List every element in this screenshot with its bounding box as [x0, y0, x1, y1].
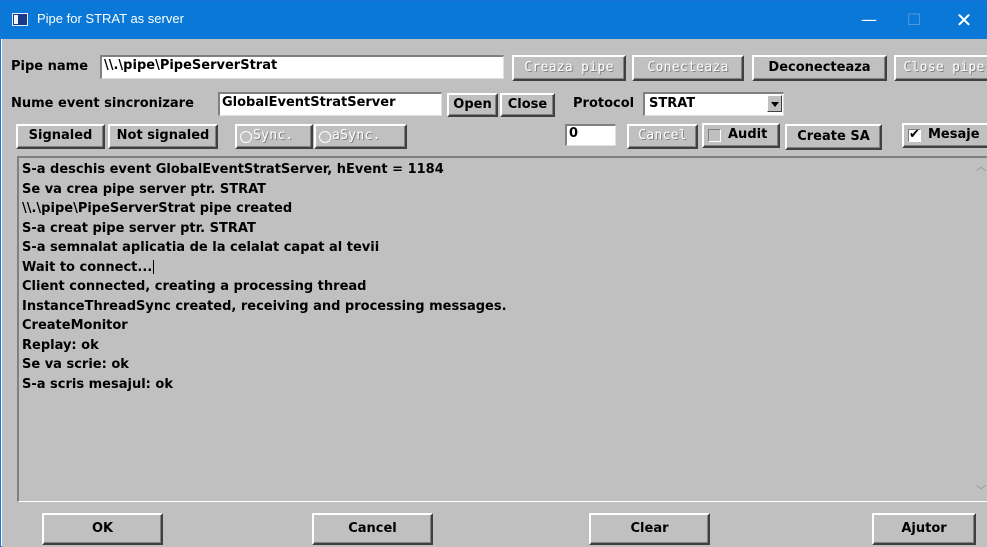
ok-button[interactable]: OK	[42, 513, 163, 545]
pipe-name-label: Pipe name	[11, 59, 89, 74]
create-sa-button[interactable]: Create SA	[785, 124, 882, 150]
mesaje-checkbox[interactable]: ✔ Mesaje	[902, 123, 987, 148]
log-line: S-a semnalat aplicatia de la celalat cap…	[22, 240, 380, 255]
mesaje-check-box: ✔	[908, 127, 921, 142]
open-event-button[interactable]: Open	[447, 93, 498, 117]
log-textarea[interactable]: S-a deschis event GlobalEventStratServer…	[17, 156, 987, 502]
audit-check-box	[708, 129, 721, 142]
event-name-label: Nume event sincronizare	[11, 96, 194, 111]
chevron-down-icon[interactable]	[767, 95, 782, 112]
text-caret	[153, 260, 155, 274]
protocol-value: STRAT	[649, 96, 696, 111]
close-event-button[interactable]: Close	[500, 93, 555, 117]
sync-radio-circle	[240, 131, 252, 143]
async-radio[interactable]: aSync.	[314, 124, 407, 149]
ajutor-button[interactable]: Ajutor	[872, 513, 976, 545]
log-scrollbar[interactable]: ︿ ﹀	[972, 158, 987, 501]
event-name-input[interactable]: GlobalEventStratServer	[218, 92, 442, 116]
client-area: Pipe name \\.\pipe\PipeServerStrat Creaz…	[2, 39, 987, 547]
cancel-op-button[interactable]: Cancel	[627, 124, 698, 149]
protocol-select[interactable]: STRAT	[643, 92, 784, 116]
async-radio-circle	[319, 131, 331, 143]
sync-radio[interactable]: Sync.	[235, 124, 313, 149]
log-line: Client connected, creating a processing …	[22, 279, 367, 294]
pipe-name-input[interactable]: \\.\pipe\PipeServerStrat	[100, 55, 504, 79]
cancel-button[interactable]: Cancel	[312, 513, 433, 545]
minimize-button[interactable]: —	[846, 1, 892, 39]
app-window: Pipe for STRAT as server — ☐ ✕ Pipe name…	[0, 0, 987, 547]
conecteaza-button[interactable]: Conecteaza	[632, 55, 744, 81]
log-line: Wait to connect...	[22, 259, 155, 275]
log-line: S-a creat pipe server ptr. STRAT	[22, 220, 256, 236]
window-title: Pipe for STRAT as server	[37, 11, 184, 26]
title-bar[interactable]: Pipe for STRAT as server — ☐ ✕	[1, 1, 987, 39]
log-line: InstanceThreadSync created, receiving an…	[22, 298, 507, 314]
log-line: Se va scrie: ok	[22, 357, 129, 372]
close-pipe-button[interactable]: Close pipe	[894, 55, 987, 81]
creaza-pipe-button[interactable]: Creaza pipe	[512, 55, 626, 81]
log-line: \\.\pipe\PipeServerStrat pipe created	[22, 201, 293, 216]
scroll-down-icon[interactable]: ﹀	[976, 487, 986, 497]
scroll-up-icon[interactable]: ︿	[976, 163, 986, 173]
protocol-label: Protocol	[573, 96, 635, 111]
app-icon	[12, 13, 28, 26]
deconecteaza-button[interactable]: Deconecteaza	[752, 55, 887, 81]
audit-checkbox[interactable]: Audit	[702, 123, 780, 148]
maximize-button[interactable]: ☐	[891, 1, 937, 39]
close-window-button[interactable]: ✕	[941, 1, 987, 39]
log-line: Se va crea pipe server ptr. STRAT	[22, 181, 267, 197]
log-line: CreateMonitor	[22, 318, 128, 333]
not-signaled-button[interactable]: Not signaled	[108, 124, 218, 149]
log-line: Replay: ok	[22, 337, 99, 353]
check-icon: ✔	[909, 127, 920, 142]
log-line: S-a deschis event GlobalEventStratServer…	[22, 162, 444, 177]
log-lines: S-a deschis event GlobalEventStratServer…	[22, 160, 507, 394]
clear-button[interactable]: Clear	[589, 513, 710, 545]
count-input[interactable]: 0	[565, 124, 616, 146]
log-line: S-a scris mesajul: ok	[22, 376, 173, 392]
signaled-button[interactable]: Signaled	[16, 124, 105, 149]
